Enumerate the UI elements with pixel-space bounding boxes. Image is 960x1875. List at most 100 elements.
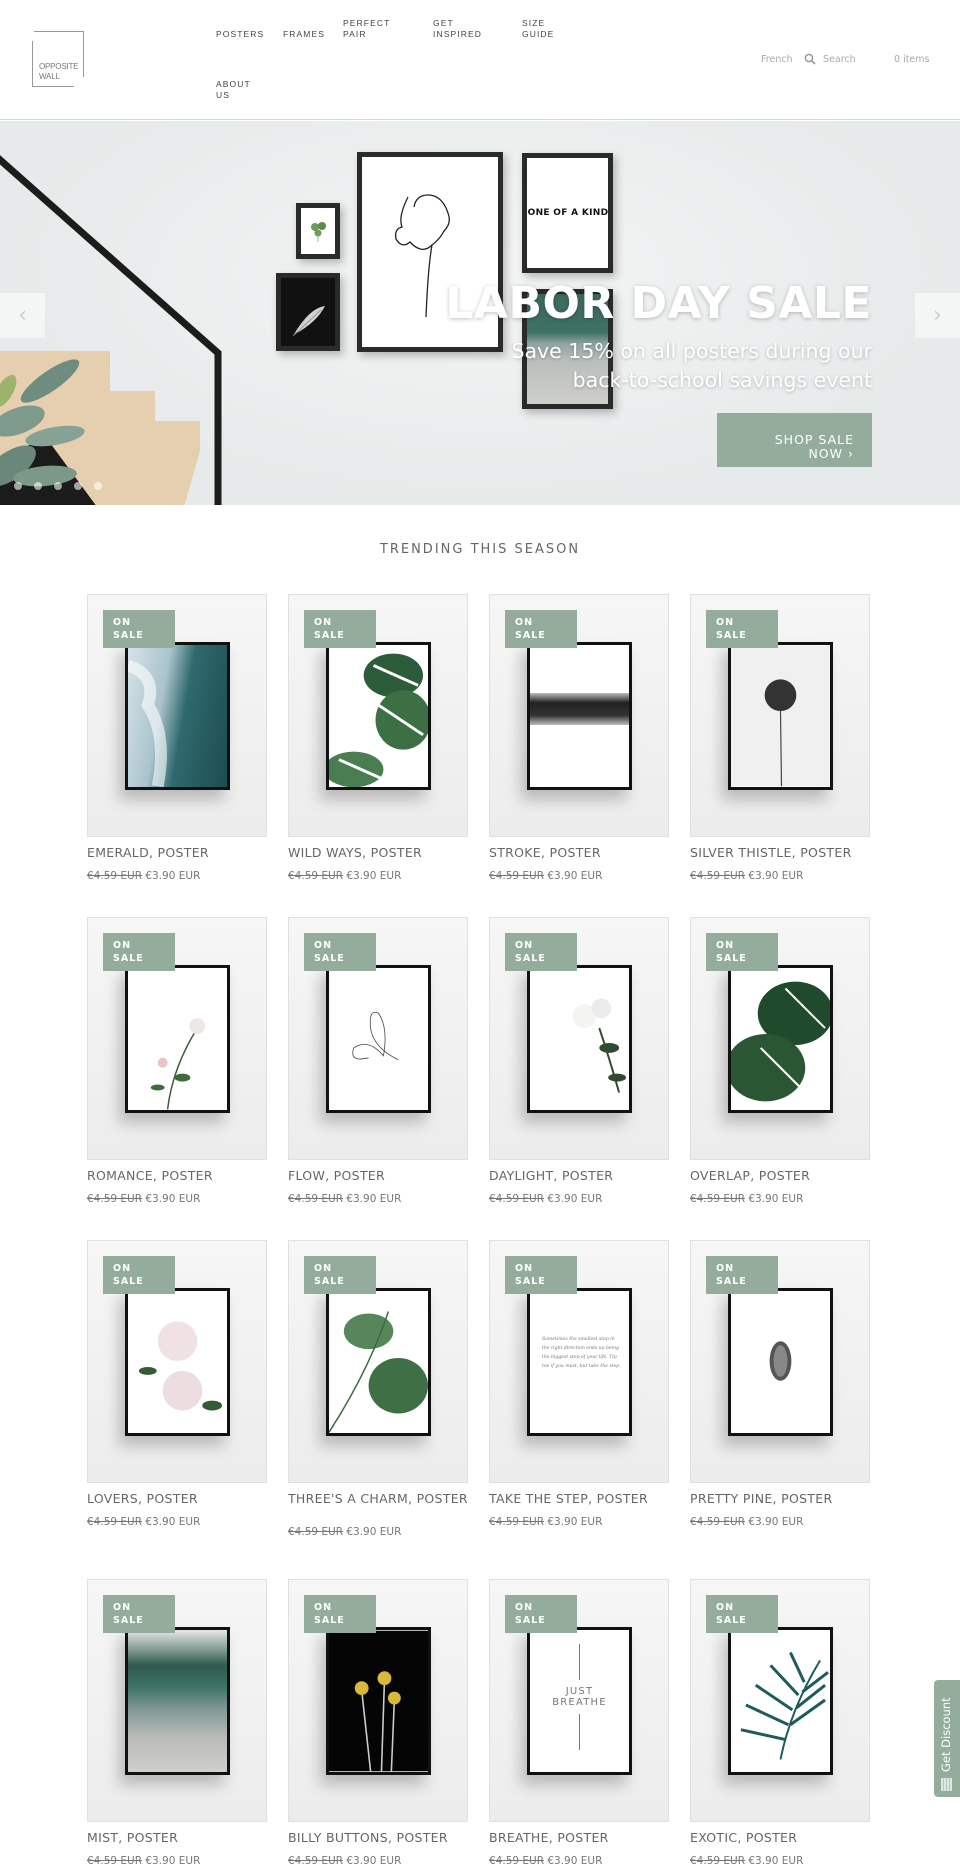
- frame-leaf: [296, 203, 340, 259]
- original-price: €4.59 EUR: [690, 1516, 746, 1528]
- product-image[interactable]: ON SALE: [690, 917, 870, 1160]
- poster-artwork-lovers: [125, 1288, 230, 1436]
- product-name[interactable]: WILD WAYS, POSTER: [288, 844, 468, 861]
- product-image[interactable]: ON SALE: [288, 594, 468, 837]
- language-selector[interactable]: French: [761, 54, 793, 65]
- product-name[interactable]: ROMANCE, POSTER: [87, 1167, 267, 1184]
- sale-price: €3.90 EUR: [145, 1855, 201, 1867]
- product-name[interactable]: FLOW, POSTER: [288, 1167, 468, 1184]
- sale-price: €3.90 EUR: [547, 1193, 603, 1205]
- product-name[interactable]: BREATHE, POSTER: [489, 1829, 669, 1846]
- sale-price: €3.90 EUR: [346, 1855, 402, 1867]
- shop-sale-now-button[interactable]: SHOP SALE NOW ›: [717, 413, 872, 467]
- slider-next-button[interactable]: ›: [915, 293, 960, 338]
- product-name[interactable]: PRETTY PINE, POSTER: [690, 1490, 870, 1507]
- search-icon[interactable]: [804, 53, 816, 65]
- poster-quote: Sometimes the smallest step in the right…: [542, 1337, 621, 1369]
- poster-artwork-breathe: JUST BREATHE: [527, 1627, 632, 1775]
- product-image[interactable]: ON SALE: [288, 1579, 468, 1822]
- product-price: €4.59 EUR €3.90 EUR: [489, 1855, 602, 1867]
- on-sale-badge: ON SALE: [304, 610, 376, 648]
- product-image[interactable]: ON SALE: [87, 1579, 267, 1822]
- product-image[interactable]: ON SALE: [489, 594, 669, 837]
- logo[interactable]: OPPOSITE WALL: [32, 31, 84, 87]
- slider-dot[interactable]: [54, 482, 62, 490]
- chevron-left-icon: ‹: [18, 303, 27, 328]
- original-price: €4.59 EUR: [489, 870, 545, 882]
- on-sale-badge: ON SALE: [505, 1256, 577, 1294]
- product-price: €4.59 EUR €3.90 EUR: [489, 870, 602, 882]
- product-image[interactable]: Sometimes the smallest step in the right…: [489, 1240, 669, 1483]
- sale-price: €3.90 EUR: [748, 1516, 804, 1528]
- product-image[interactable]: ON SALE: [87, 1240, 267, 1483]
- site-header: OPPOSITE WALL POSTERS FRAMES PERFECT PAIR…: [0, 0, 960, 120]
- product-name[interactable]: DAYLIGHT, POSTER: [489, 1167, 669, 1184]
- chevron-right-icon: ›: [933, 303, 942, 328]
- product-price: €4.59 EUR €3.90 EUR: [690, 870, 803, 882]
- sale-price: €3.90 EUR: [145, 1516, 201, 1528]
- sale-price: €3.90 EUR: [748, 870, 804, 882]
- product-name[interactable]: BILLY BUTTONS, POSTER: [288, 1829, 468, 1846]
- product-price: €4.59 EUR €3.90 EUR: [87, 1855, 200, 1867]
- product-name[interactable]: STROKE, POSTER: [489, 844, 669, 861]
- on-sale-badge: ON SALE: [706, 1256, 778, 1294]
- product-image[interactable]: ON SALE: [87, 917, 267, 1160]
- slider-dot[interactable]: [74, 482, 82, 490]
- plant-image: [0, 359, 96, 505]
- cart-link[interactable]: 0 items: [894, 54, 929, 65]
- product-image[interactable]: ON SALE: [690, 1240, 870, 1483]
- nav-about-us[interactable]: ABOUT US: [216, 79, 276, 101]
- product-price: €4.59 EUR €3.90 EUR: [87, 870, 200, 882]
- product-name[interactable]: MIST, POSTER: [87, 1829, 267, 1846]
- product-name[interactable]: EXOTIC, POSTER: [690, 1829, 870, 1846]
- nav-get-inspired[interactable]: GET INSPIRED: [433, 18, 493, 40]
- sale-price: €3.90 EUR: [145, 870, 201, 882]
- original-price: €4.59 EUR: [690, 1855, 746, 1867]
- slider-dot[interactable]: [94, 482, 102, 490]
- product-name[interactable]: THREE'S A CHARM, POSTER: [288, 1490, 468, 1507]
- product-name[interactable]: LOVERS, POSTER: [87, 1490, 267, 1507]
- product-price: €4.59 EUR €3.90 EUR: [288, 1193, 401, 1205]
- poster-artwork-daylight: [527, 965, 632, 1113]
- get-discount-label: Get Discount: [939, 1697, 953, 1772]
- get-discount-tab[interactable]: Get Discount: [934, 1680, 960, 1797]
- slider-dot[interactable]: [34, 482, 42, 490]
- slider-dot[interactable]: [14, 482, 22, 490]
- poster-artwork-ocean: [125, 642, 230, 790]
- product-price: €4.59 EUR €3.90 EUR: [489, 1516, 602, 1528]
- logo-text: OPPOSITE WALL: [39, 62, 79, 81]
- product-price: €4.59 EUR €3.90 EUR: [288, 1855, 401, 1867]
- product-image[interactable]: ON SALE: [288, 917, 468, 1160]
- poster-artwork-charm: [326, 1288, 431, 1436]
- product-image[interactable]: ON SALE: [489, 917, 669, 1160]
- product-image[interactable]: ON SALE: [690, 1579, 870, 1822]
- nav-posters[interactable]: POSTERS: [216, 29, 276, 40]
- product-name[interactable]: SILVER THISTLE, POSTER: [690, 844, 870, 861]
- slider-prev-button[interactable]: ‹: [0, 293, 45, 338]
- nav-frames[interactable]: FRAMES: [283, 29, 343, 40]
- original-price: €4.59 EUR: [489, 1855, 545, 1867]
- poster-artwork-overlap: [728, 965, 833, 1113]
- product-name[interactable]: OVERLAP, POSTER: [690, 1167, 870, 1184]
- nav-perfect-pair[interactable]: PERFECT PAIR: [343, 18, 403, 40]
- poster-artwork-pine: [728, 1288, 833, 1436]
- hero-subtitle: Save 15% on all posters during our back-…: [511, 339, 872, 392]
- hero-title: LABOR DAY SALE: [445, 278, 872, 329]
- product-name[interactable]: TAKE THE STEP, POSTER: [489, 1490, 669, 1507]
- search-input[interactable]: [823, 54, 883, 65]
- original-price: €4.59 EUR: [489, 1193, 545, 1205]
- product-price: €4.59 EUR €3.90 EUR: [288, 1526, 401, 1538]
- poster-artwork-romance: [125, 965, 230, 1113]
- product-image[interactable]: ON SALE: [690, 594, 870, 837]
- poster-text: JUST: [565, 1686, 594, 1697]
- on-sale-badge: ON SALE: [103, 1256, 175, 1294]
- product-image[interactable]: ON SALE: [288, 1240, 468, 1483]
- product-image[interactable]: ON SALE: [87, 594, 267, 837]
- product-price: €4.59 EUR €3.90 EUR: [690, 1855, 803, 1867]
- nav-size-guide[interactable]: SIZE GUIDE: [522, 18, 582, 40]
- product-name[interactable]: EMERALD, POSTER: [87, 844, 267, 861]
- on-sale-badge: ON SALE: [304, 1256, 376, 1294]
- product-image[interactable]: JUST BREATHE ON SALE: [489, 1579, 669, 1822]
- on-sale-badge: ON SALE: [103, 1595, 175, 1633]
- sale-price: €3.90 EUR: [547, 1855, 603, 1867]
